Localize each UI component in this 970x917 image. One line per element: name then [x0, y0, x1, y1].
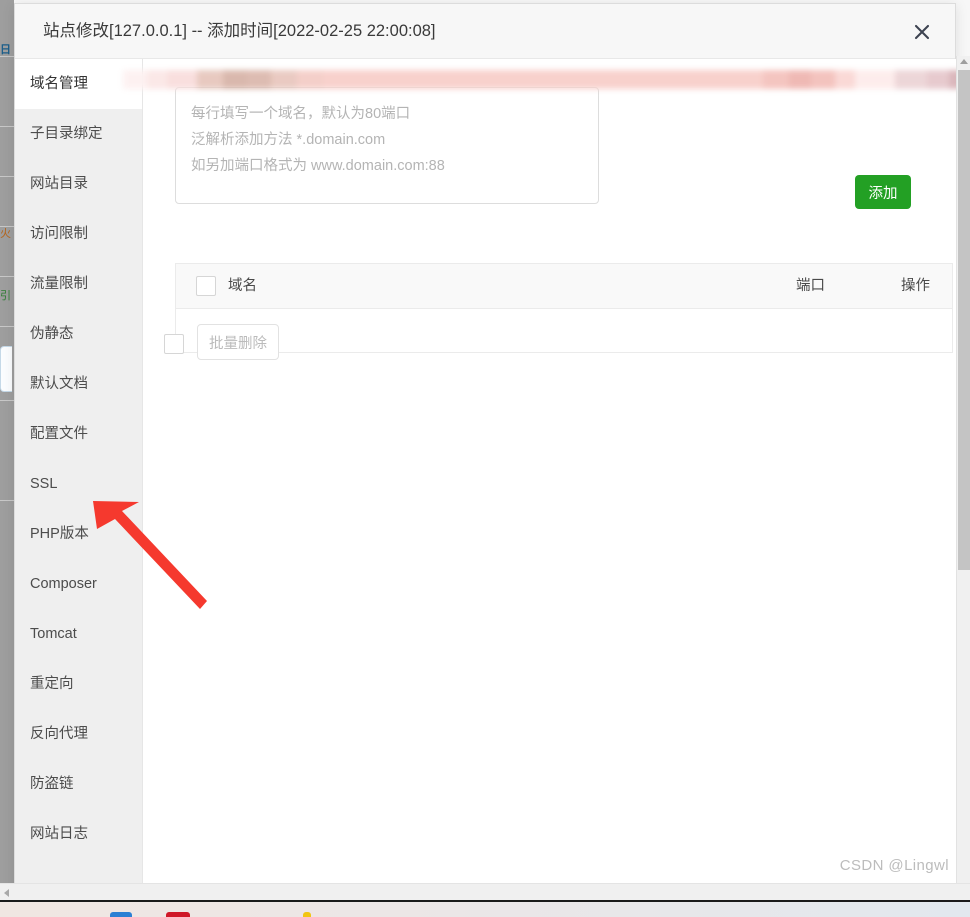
sidebar-item-label: 访问限制	[30, 226, 88, 242]
sidebar-item-php-version[interactable]: PHP版本	[15, 509, 142, 559]
sidebar-item-label: 默认文档	[30, 376, 88, 392]
modal-sidebar: 域名管理 子目录绑定 网站目录 访问限制 流量限制 伪静态 默认文档 配置文件 …	[15, 59, 143, 896]
sidebar-item-label: Composer	[30, 576, 97, 592]
background-input-fragment	[0, 346, 12, 392]
domain-management-panel: 添加 域名 端口 操作	[123, 59, 970, 896]
sidebar-item-label: 反向代理	[30, 726, 88, 742]
sidebar-item-label: Tomcat	[30, 626, 77, 642]
select-all-checkbox[interactable]	[196, 276, 216, 296]
sidebar-item-pseudo-static[interactable]: 伪静态	[15, 309, 142, 359]
scroll-left-arrow-icon[interactable]	[4, 889, 9, 897]
sidebar-item-default-document[interactable]: 默认文档	[15, 359, 142, 409]
background-glyph-fragment: 引	[0, 290, 11, 302]
scroll-up-arrow-icon[interactable]	[960, 59, 968, 64]
sidebar-item-website-directory[interactable]: 网站目录	[15, 159, 142, 209]
sidebar-item-config-file[interactable]: 配置文件	[15, 409, 142, 459]
sidebar-item-tomcat[interactable]: Tomcat	[15, 609, 142, 659]
background-glyph-fragment: 火	[0, 228, 11, 240]
taskbar	[0, 900, 970, 917]
footer-select-all-checkbox[interactable]	[164, 334, 184, 354]
sidebar-item-label: 重定向	[30, 676, 74, 692]
table-row[interactable]	[176, 309, 952, 352]
domain-input[interactable]	[175, 87, 599, 204]
redacted-row-overlay	[123, 70, 970, 89]
page-title: 站点修改[127.0.0.1] -- 添加时间[2022-02-25 22:00…	[43, 22, 436, 40]
column-header-action: 操作	[901, 278, 930, 294]
sidebar-item-composer[interactable]: Composer	[15, 559, 142, 609]
modal-header: 站点修改[127.0.0.1] -- 添加时间[2022-02-25 22:00…	[15, 4, 955, 59]
sidebar-item-label: SSL	[30, 476, 58, 492]
sidebar-item-label: PHP版本	[30, 526, 89, 542]
column-header-domain: 域名	[228, 278, 257, 294]
site-edit-modal: 站点修改[127.0.0.1] -- 添加时间[2022-02-25 22:00…	[14, 3, 970, 896]
sidebar-item-access-restriction[interactable]: 访问限制	[15, 209, 142, 259]
sidebar-item-label: 子目录绑定	[30, 126, 103, 142]
sidebar-item-label: 网站目录	[30, 176, 88, 192]
sidebar-item-label: 流量限制	[30, 276, 88, 292]
background-left-strip: 日 火 引	[0, 0, 14, 900]
modal-body: 域名管理 子目录绑定 网站目录 访问限制 流量限制 伪静态 默认文档 配置文件 …	[15, 59, 970, 896]
sidebar-item-label: 配置文件	[30, 426, 88, 442]
taskbar-icon-blue[interactable]	[110, 912, 132, 917]
bulk-delete-button[interactable]: 批量删除	[197, 324, 279, 360]
add-button[interactable]: 添加	[855, 175, 911, 209]
sidebar-item-label: 防盗链	[30, 776, 74, 792]
taskbar-icon-red[interactable]	[166, 912, 190, 917]
domain-table: 域名 端口 操作	[175, 263, 953, 353]
close-icon[interactable]	[907, 17, 937, 47]
sidebar-item-label: 网站日志	[30, 826, 88, 842]
sidebar-item-redirect[interactable]: 重定向	[15, 659, 142, 709]
table-header-row: 域名 端口 操作	[176, 264, 952, 309]
vertical-scrollbar[interactable]	[956, 56, 970, 900]
sidebar-item-traffic-limit[interactable]: 流量限制	[15, 259, 142, 309]
sidebar-item-website-log[interactable]: 网站日志	[15, 809, 142, 859]
background-glyph-fragment: 日	[0, 44, 11, 56]
sidebar-item-label: 域名管理	[30, 76, 88, 92]
sidebar-item-anti-leech[interactable]: 防盗链	[15, 759, 142, 809]
watermark-text: CSDN @Lingwl	[839, 857, 949, 874]
vertical-scrollbar-thumb[interactable]	[958, 70, 970, 570]
sidebar-item-ssl[interactable]: SSL	[15, 459, 142, 509]
column-header-port: 端口	[796, 278, 825, 294]
horizontal-scrollbar[interactable]	[0, 883, 970, 900]
sidebar-item-label: 伪静态	[30, 326, 74, 342]
taskbar-icon-yellow[interactable]	[303, 912, 311, 917]
sidebar-item-subdirectory-binding[interactable]: 子目录绑定	[15, 109, 142, 159]
sidebar-item-reverse-proxy[interactable]: 反向代理	[15, 709, 142, 759]
